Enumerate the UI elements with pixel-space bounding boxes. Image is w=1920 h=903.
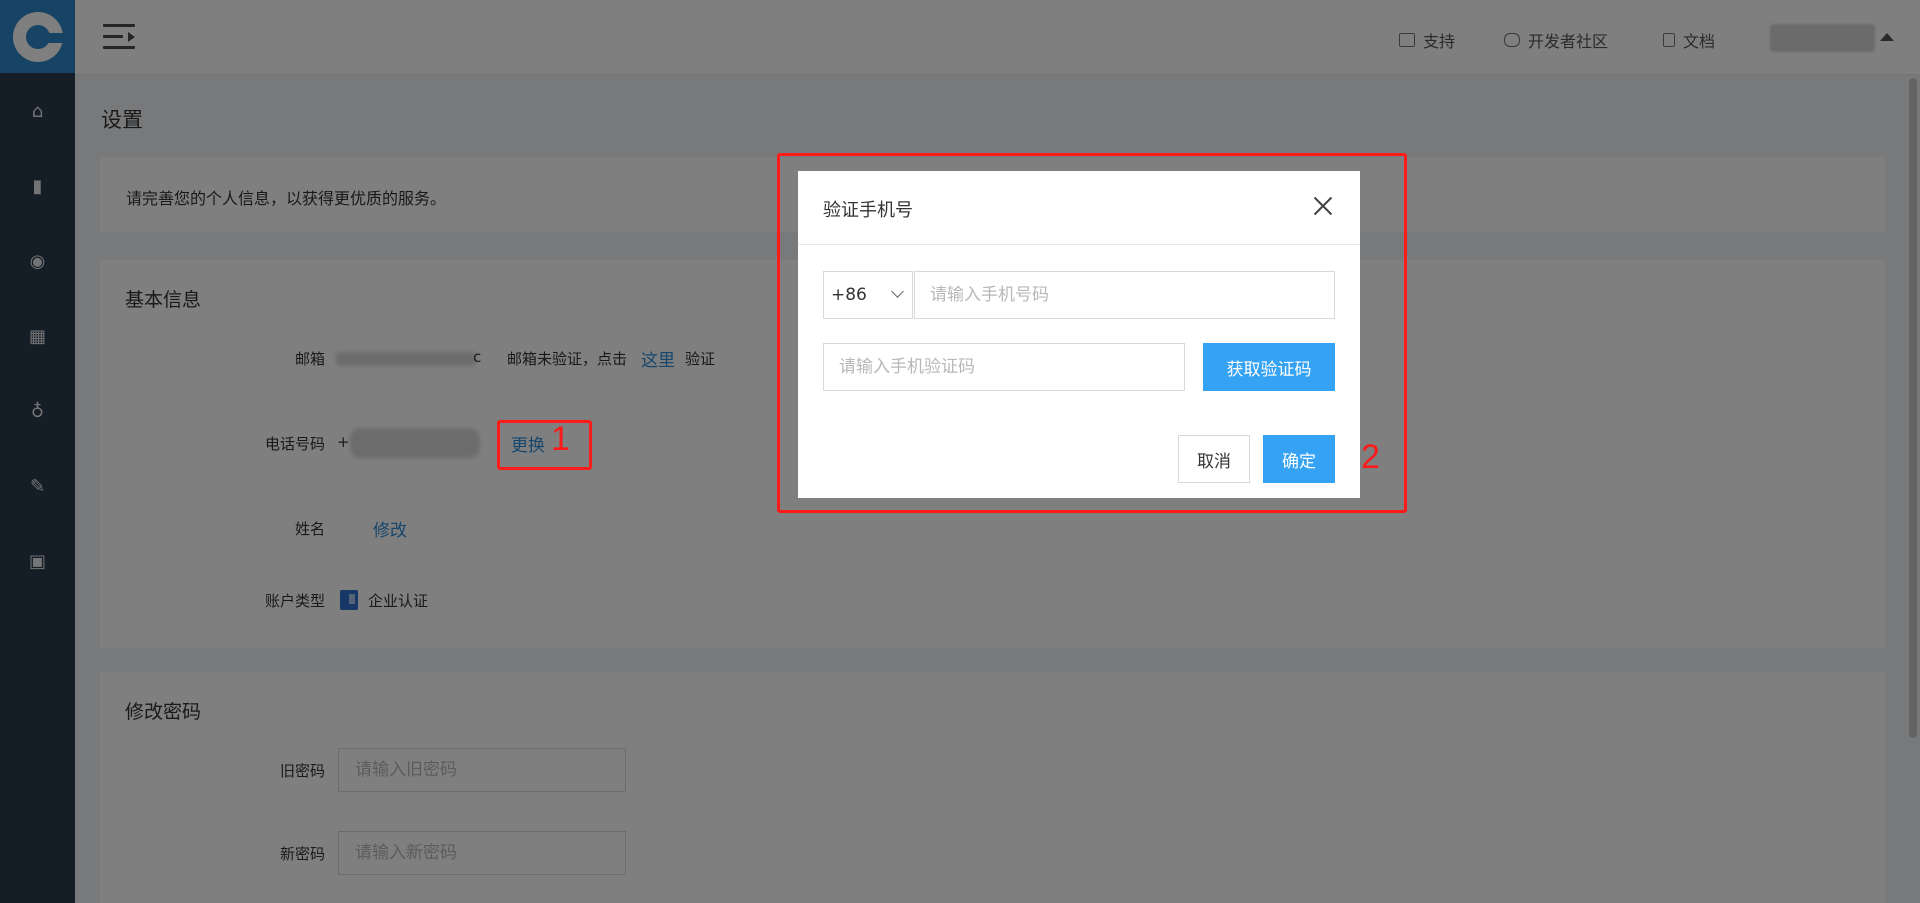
annotation-box-1	[497, 420, 592, 470]
confirm-button[interactable]: 确定	[1263, 435, 1335, 483]
phone-number-input[interactable]	[914, 271, 1335, 319]
cancel-button[interactable]: 取消	[1178, 435, 1250, 483]
annotation-number-1: 1	[551, 420, 570, 458]
sms-code-input[interactable]	[823, 343, 1185, 391]
chevron-down-icon	[891, 285, 904, 298]
get-code-button[interactable]: 获取验证码	[1203, 343, 1335, 391]
dialog-header: 验证手机号	[798, 171, 1360, 245]
country-code-select[interactable]: +86	[823, 271, 913, 319]
country-code-value: +86	[831, 285, 867, 305]
verify-phone-dialog: 验证手机号 +86 获取验证码 取消 确定	[798, 171, 1360, 498]
annotation-number-2: 2	[1361, 438, 1380, 476]
close-icon[interactable]	[1310, 193, 1336, 219]
dialog-title: 验证手机号	[823, 200, 913, 221]
